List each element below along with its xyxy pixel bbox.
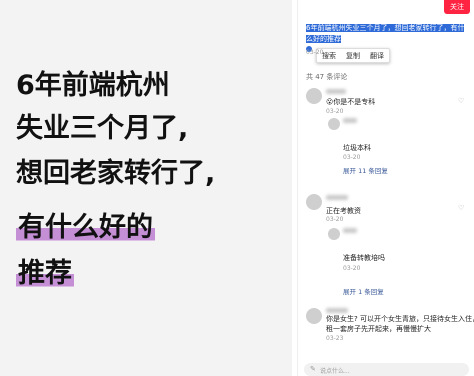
menu-item-copy[interactable]: 复制 <box>346 51 360 61</box>
cover-line-3: 想回老家转行了, <box>16 158 216 189</box>
cover-line-5: 推荐 <box>16 258 74 289</box>
menu-item-search[interactable]: 搜索 <box>322 51 336 61</box>
selection-context-menu: 搜索 复制 翻译 <box>316 48 390 63</box>
reply-text: 准备转教培吗 <box>343 254 385 262</box>
comment-text-continued: 租一套房子先开起来，再慢慢扩大 <box>326 325 431 333</box>
avatar[interactable] <box>328 118 340 130</box>
cover-line-2: 失业三个月了, <box>16 113 189 144</box>
reply-text: 垃圾本科 <box>343 144 371 152</box>
follow-button[interactable]: 关注 <box>444 0 470 14</box>
username-blurred <box>326 308 348 313</box>
comment-input-placeholder: 说点什么... <box>320 368 350 375</box>
reply-date: 03-20 <box>343 265 361 272</box>
cover-line-4: 有什么好的 <box>16 212 155 243</box>
post-date: 03-20 <box>306 49 324 56</box>
comment-date: 03-20 <box>326 108 344 115</box>
pencil-icon: ✎ <box>310 365 316 373</box>
username-blurred <box>343 118 357 123</box>
heart-icon[interactable]: ♡ <box>458 97 464 105</box>
expand-replies-link[interactable]: 展开 1 条回复 <box>343 286 384 296</box>
post-title-selected[interactable]: 6年前端杭州失业三个月了，想回老家转行了，有什么好的推荐 <box>306 23 469 45</box>
cover-line-1: 6年前端杭州 <box>16 70 170 101</box>
avatar[interactable] <box>306 88 322 104</box>
avatar[interactable] <box>306 308 322 324</box>
menu-item-translate[interactable]: 翻译 <box>370 51 384 61</box>
username-blurred <box>326 195 348 200</box>
heart-icon[interactable]: ♡ <box>458 204 464 212</box>
comment-count: 共 47 条评论 <box>306 73 348 81</box>
comment-date: 03-23 <box>326 335 344 342</box>
comment-input[interactable]: ✎ 说点什么... <box>304 363 469 376</box>
username-blurred <box>326 89 346 94</box>
comment-text: 正在考教资 <box>326 207 361 215</box>
avatar[interactable] <box>306 194 322 210</box>
avatar[interactable] <box>328 228 340 240</box>
post-cover-image: 6年前端杭州 失业三个月了, 想回老家转行了, 有什么好的 推荐 <box>0 0 292 376</box>
comment-date: 03-20 <box>326 216 344 223</box>
reply-date: 03-20 <box>343 154 361 161</box>
comment-text: 😮你是不是专科 <box>326 98 376 106</box>
username-blurred <box>343 228 357 233</box>
comment-text: 你是女生? 可以开个女生青旅，只接待女生入住，前期 <box>326 315 474 323</box>
comment-panel: 关注 6年前端杭州失业三个月了，想回老家转行了，有什么好的推荐 搜索 复制 翻译… <box>297 0 474 376</box>
expand-replies-link[interactable]: 展开 11 条回复 <box>343 165 388 175</box>
